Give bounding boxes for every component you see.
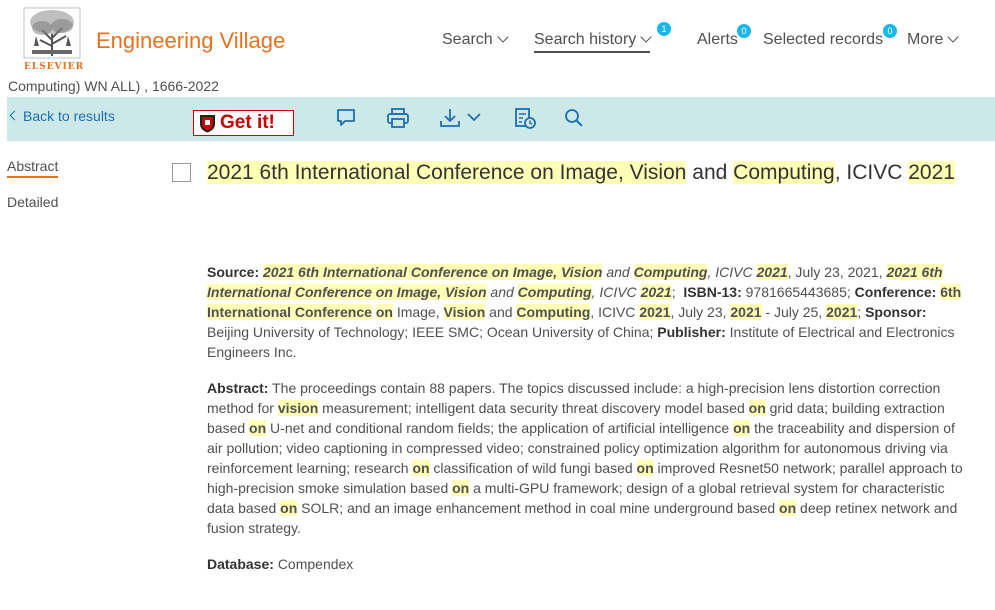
title-part: and — [686, 161, 734, 184]
elsevier-tree-icon — [23, 7, 81, 59]
comment-icon[interactable] — [334, 106, 358, 130]
chevron-down-icon — [640, 31, 652, 43]
conf-on: on — [375, 304, 393, 320]
get-it-button[interactable]: Get it! — [193, 110, 294, 136]
conf-vision: Vision — [443, 304, 486, 320]
abstract-highlight: on — [779, 500, 797, 516]
record-toolbar: Back to results Get it! — [7, 97, 995, 141]
record-database: Database: Compendex — [207, 556, 353, 572]
source-icivc: , ICIVC — [707, 264, 753, 280]
selected-records-badge: 0 — [883, 24, 897, 38]
record-abstract: Abstract: The proceedings contain 88 pap… — [207, 378, 967, 538]
history-icon[interactable] — [513, 106, 537, 130]
conf-image: Image, — [396, 304, 440, 320]
nav-alerts[interactable]: Alerts — [697, 31, 738, 49]
abstract-body: The proceedings contain 88 papers. The t… — [207, 380, 963, 536]
sponsor-value: Beijing University of Technology; IEEE S… — [207, 324, 654, 340]
source-computing: Computing — [633, 264, 708, 280]
abstract-highlight: on — [452, 480, 470, 496]
abstract-text: U-net and conditional random fields; the… — [266, 420, 734, 436]
nav-selected-records[interactable]: Selected records — [763, 31, 883, 49]
side-nav-abstract[interactable]: Abstract — [7, 158, 59, 178]
brand-title[interactable]: Engineering Village — [96, 28, 285, 54]
database-label: Database: — [207, 556, 274, 572]
nav-search[interactable]: Search — [442, 31, 509, 49]
search-query-summary: Computing) WN ALL) , 1666-2022 — [8, 78, 219, 94]
conference-label: Conference: — [854, 284, 937, 300]
nav-search-history[interactable]: Search history — [534, 31, 652, 53]
title-part: 2021 6th International Conference on Ima… — [207, 161, 687, 184]
chevron-down-icon — [947, 31, 960, 43]
isbn-label: ISBN-13: — [683, 284, 742, 300]
publisher-label: Publisher: — [657, 324, 726, 340]
abstract-text: SOLR; and an image enhancement method in… — [297, 500, 780, 516]
search-icon[interactable] — [562, 106, 586, 130]
nav-more[interactable]: More — [907, 31, 960, 49]
conf-and: and — [489, 304, 513, 320]
source-year-2: 2021 — [640, 284, 672, 300]
shield-icon — [200, 115, 215, 133]
sponsor-label: Sponsor: — [865, 304, 927, 320]
download-chevron-down-icon[interactable] — [465, 106, 483, 130]
side-nav-detailed[interactable]: Detailed — [7, 194, 58, 210]
nav-search-label: Search — [442, 31, 493, 48]
source-date: , July 23, 2021, — [787, 264, 883, 280]
abstract-highlight: on — [280, 500, 298, 516]
abstract-text: classification of wild fungi based — [429, 460, 637, 476]
abstract-highlight: vision — [277, 400, 319, 416]
elsevier-logo[interactable]: ELSEVIER — [22, 6, 86, 72]
database-value: Compendex — [277, 556, 354, 572]
alerts-badge: 0 — [737, 24, 751, 38]
nav-more-label: More — [907, 31, 944, 48]
search-history-badge: 1 — [657, 22, 671, 36]
source-icivc-2: , ICIVC — [591, 284, 637, 300]
record-metadata: Source: 2021 6th International Conferenc… — [207, 264, 962, 360]
source-computing-2: Computing — [517, 284, 592, 300]
print-icon[interactable] — [386, 106, 410, 130]
abstract-highlight: on — [249, 420, 267, 436]
source-year: 2021 — [756, 264, 788, 280]
abstract-highlight: on — [748, 400, 766, 416]
title-part: , ICIVC — [834, 161, 909, 184]
abstract-text: measurement; intelligent data security t… — [318, 400, 749, 416]
conf-date-1: , July 23, — [670, 304, 727, 320]
abstract-highlight: on — [636, 460, 654, 476]
back-to-results-link[interactable]: Back to results — [9, 108, 115, 124]
conf-date-2: - July 25, — [765, 304, 823, 320]
get-it-label: Get it! — [220, 112, 275, 133]
isbn-value: 9781665443685 — [745, 284, 847, 300]
download-icon[interactable] — [439, 106, 465, 130]
source-label: Source: — [207, 264, 260, 280]
abstract-label: Abstract: — [207, 380, 269, 396]
title-part: Computing — [733, 161, 835, 184]
abstract-highlight: on — [733, 420, 751, 436]
conf-year: 2021 — [639, 304, 671, 320]
chevron-down-icon — [497, 31, 509, 43]
nav-search-history-label: Search history — [534, 31, 637, 48]
abstract-highlight: on — [412, 460, 430, 476]
conf-year-3: 2021 — [826, 304, 858, 320]
elsevier-logo-text: ELSEVIER — [24, 62, 85, 72]
record-title: 2021 6th International Conference on Ima… — [207, 157, 977, 188]
select-record-checkbox[interactable] — [172, 163, 191, 182]
conf-icivc: , ICIVC — [590, 304, 636, 320]
conf-year-2: 2021 — [730, 304, 762, 320]
source-and-2: and — [490, 284, 514, 300]
conf-computing: Computing — [516, 304, 591, 320]
chevron-left-icon — [9, 110, 20, 121]
source-title: 2021 6th International Conference on Ima… — [263, 264, 603, 280]
title-part: 2021 — [908, 161, 955, 184]
source-and: and — [606, 264, 630, 280]
back-to-results-label: Back to results — [23, 108, 115, 124]
header: ELSEVIER Engineering Village Search Sear… — [0, 0, 995, 78]
